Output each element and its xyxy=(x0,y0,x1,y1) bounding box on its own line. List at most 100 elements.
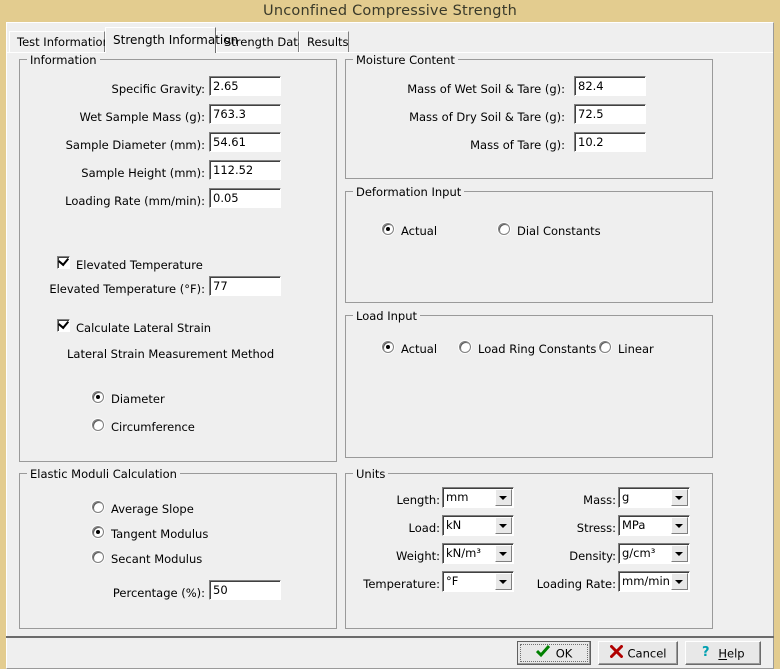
deformation-dial-constants-label: Dial Constants xyxy=(517,224,601,238)
unit-length-label: Length: xyxy=(356,493,440,507)
load-radio-actual[interactable] xyxy=(382,341,394,353)
question-icon: ? xyxy=(701,643,713,665)
radio-dot-icon xyxy=(96,395,100,399)
moisture-content-group: Moisture Content Mass of Wet Soil & Tare… xyxy=(345,59,713,179)
elevated-temperature-input[interactable]: 77 xyxy=(209,276,281,296)
unit-length-value: mm xyxy=(446,488,468,507)
unit-weight-label: Weight: xyxy=(356,549,440,563)
radio-dot-icon xyxy=(386,227,390,231)
unit-temperature-label: Temperature: xyxy=(350,577,440,591)
tab-label: Results xyxy=(307,35,349,49)
calculate-lateral-strain-checkbox[interactable] xyxy=(57,319,70,332)
percentage-input[interactable]: 50 xyxy=(209,580,281,600)
lateral-strain-radio-circumference[interactable] xyxy=(92,419,104,431)
unit-density-select[interactable]: g/cm³ xyxy=(618,543,690,564)
x-icon xyxy=(610,643,623,665)
chevron-down-icon[interactable] xyxy=(495,573,512,590)
mass-dry-soil-tare-label: Mass of Dry Soil & Tare (g): xyxy=(360,110,565,124)
mass-of-tare-input[interactable]: 10.2 xyxy=(574,132,646,152)
help-accel: H xyxy=(718,647,727,661)
lateral-strain-circumference-label: Circumference xyxy=(111,420,195,434)
load-ring-constants-label: Load Ring Constants xyxy=(478,342,596,356)
help-button[interactable]: ? Help xyxy=(685,641,761,665)
sample-height-input[interactable]: 112.52 xyxy=(209,160,281,180)
svg-text:?: ? xyxy=(702,645,710,658)
ok-button[interactable]: OK xyxy=(517,641,591,665)
information-group: Information Specific Gravity: 2.65 Wet S… xyxy=(19,59,337,462)
wet-sample-mass-label: Wet Sample Mass (g): xyxy=(40,110,205,124)
unit-load-value: kN xyxy=(446,516,461,535)
deformation-input-legend: Deformation Input xyxy=(353,185,464,199)
unit-stress-value: MPa xyxy=(622,516,645,535)
lateral-strain-radio-diameter[interactable] xyxy=(92,391,104,403)
load-input-group: Load Input Actual Load Ring Constants Li… xyxy=(345,315,713,458)
load-radio-ring-constants[interactable] xyxy=(459,341,471,353)
elevated-temperature-label: Elevated Temperature (°F): xyxy=(40,282,205,296)
sample-height-label: Sample Height (mm): xyxy=(40,166,205,180)
chevron-down-icon[interactable] xyxy=(495,545,512,562)
chevron-down-icon[interactable] xyxy=(671,489,688,506)
chevron-down-icon[interactable] xyxy=(671,517,688,534)
unit-weight-value: kN/m³ xyxy=(446,544,481,563)
unit-temperature-value: °F xyxy=(446,572,458,591)
chevron-down-icon[interactable] xyxy=(671,545,688,562)
mass-wet-soil-tare-label: Mass of Wet Soil & Tare (g): xyxy=(360,82,565,96)
dialog-client-area: Test Information Strength Information St… xyxy=(6,22,774,638)
elastic-moduli-radio-tangent-modulus[interactable] xyxy=(92,526,104,538)
application-window: Unconfined Compressive Strength Test Inf… xyxy=(0,0,780,669)
deformation-input-group: Deformation Input Actual Dial Constants xyxy=(345,191,713,303)
loading-rate-input[interactable]: 0.05 xyxy=(209,188,281,208)
mass-of-tare-label: Mass of Tare (g): xyxy=(360,138,565,152)
tab-test-information[interactable]: Test Information xyxy=(9,31,105,53)
percentage-label: Percentage (%): xyxy=(40,586,205,600)
chevron-down-icon[interactable] xyxy=(671,573,688,590)
specific-gravity-label: Specific Gravity: xyxy=(40,82,205,96)
unit-stress-select[interactable]: MPa xyxy=(618,515,690,536)
check-icon xyxy=(58,318,69,329)
mass-wet-soil-tare-input[interactable]: 82.4 xyxy=(574,76,646,96)
elastic-moduli-radio-secant-modulus[interactable] xyxy=(92,551,104,563)
unit-loading-rate-select[interactable]: mm/min xyxy=(618,571,690,592)
unit-mass-select[interactable]: g xyxy=(618,487,690,508)
chevron-down-icon[interactable] xyxy=(495,517,512,534)
elevated-temperature-checkbox[interactable] xyxy=(57,256,70,269)
unit-load-label: Load: xyxy=(356,521,440,535)
unit-density-label: Density: xyxy=(526,549,616,563)
load-linear-label: Linear xyxy=(618,342,654,356)
tab-label: Strength Information xyxy=(113,33,238,47)
lateral-strain-method-label: Lateral Strain Measurement Method xyxy=(67,347,274,361)
help-button-label: Help xyxy=(718,647,744,661)
average-slope-label: Average Slope xyxy=(111,502,194,516)
deformation-actual-label: Actual xyxy=(401,224,437,238)
unit-mass-label: Mass: xyxy=(526,493,616,507)
title-bar: Unconfined Compressive Strength xyxy=(0,0,780,22)
cancel-button[interactable]: Cancel xyxy=(598,641,678,665)
ok-button-label: OK xyxy=(556,647,573,661)
load-radio-linear[interactable] xyxy=(599,341,611,353)
unit-temperature-select[interactable]: °F xyxy=(442,571,514,592)
chevron-down-icon[interactable] xyxy=(495,489,512,506)
mass-dry-soil-tare-input[interactable]: 72.5 xyxy=(574,104,646,124)
wet-sample-mass-input[interactable]: 763.3 xyxy=(209,104,281,124)
units-group: Units Length: mm Load: kN Weight: kN/m³ … xyxy=(345,473,713,629)
check-icon xyxy=(58,255,69,266)
units-legend: Units xyxy=(353,467,388,481)
tab-strength-information[interactable]: Strength Information xyxy=(105,27,216,53)
unit-weight-select[interactable]: kN/m³ xyxy=(442,543,514,564)
load-input-legend: Load Input xyxy=(353,309,420,323)
loading-rate-label: Loading Rate (mm/min): xyxy=(40,194,205,208)
deformation-radio-dial-constants[interactable] xyxy=(498,223,510,235)
radio-dot-icon xyxy=(386,345,390,349)
unit-length-select[interactable]: mm xyxy=(442,487,514,508)
elastic-moduli-radio-average-slope[interactable] xyxy=(92,501,104,513)
deformation-radio-actual[interactable] xyxy=(382,223,394,235)
elastic-moduli-legend: Elastic Moduli Calculation xyxy=(27,467,180,481)
sample-diameter-input[interactable]: 54.61 xyxy=(209,132,281,152)
help-rest: elp xyxy=(727,647,745,661)
specific-gravity-input[interactable]: 2.65 xyxy=(209,76,281,96)
unit-load-select[interactable]: kN xyxy=(442,515,514,536)
secant-modulus-label: Secant Modulus xyxy=(111,552,202,566)
tab-results[interactable]: Results xyxy=(299,31,349,53)
window-title: Unconfined Compressive Strength xyxy=(263,3,517,19)
cancel-button-label: Cancel xyxy=(628,647,667,661)
